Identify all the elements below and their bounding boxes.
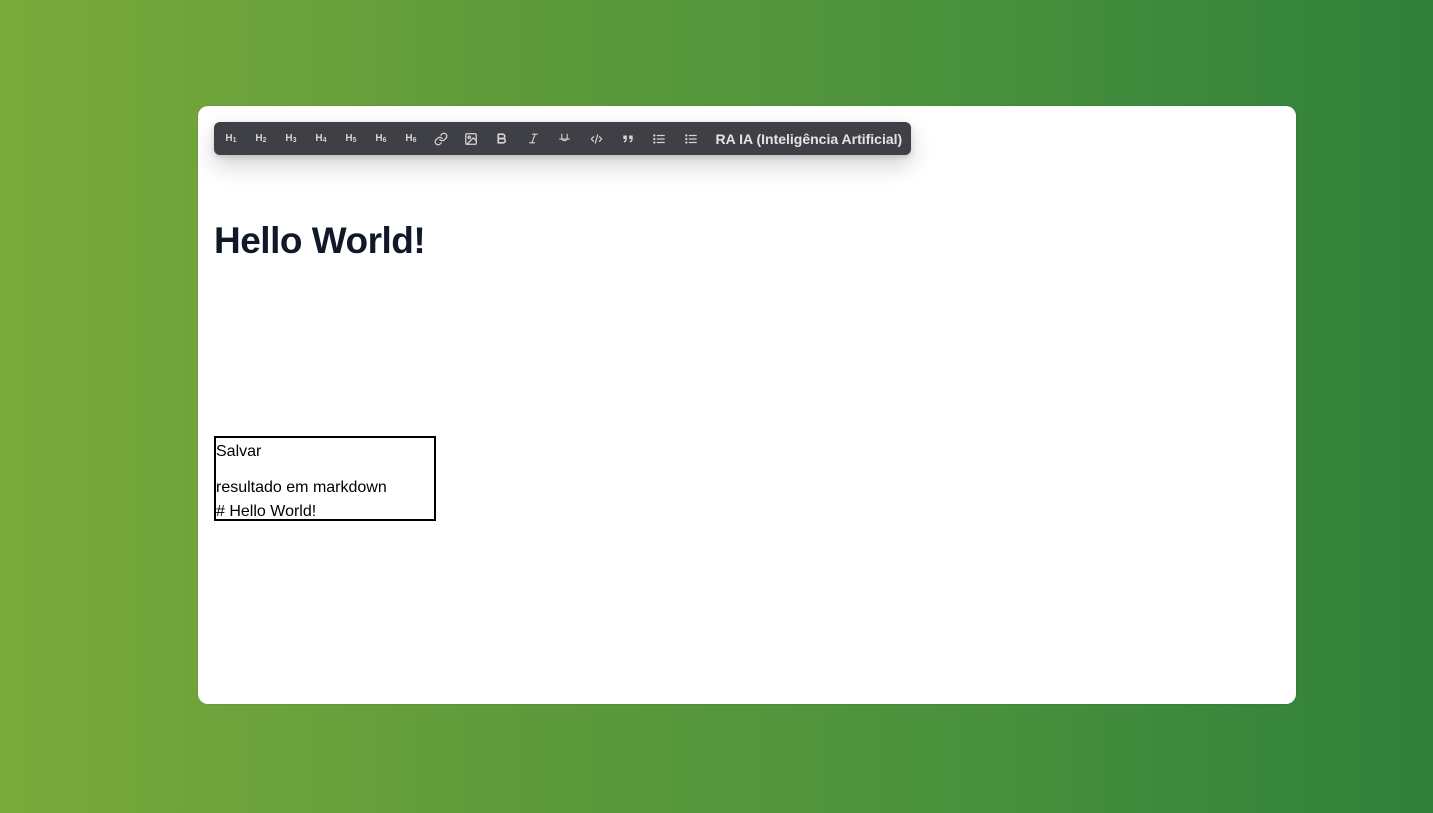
markdown-output-panel: Salvar resultado em markdown # Hello Wor… bbox=[214, 436, 436, 521]
ordered-list-icon bbox=[684, 133, 697, 144]
heading-6-button[interactable]: H6 bbox=[366, 122, 396, 155]
document-heading[interactable]: Hello World! bbox=[214, 218, 426, 264]
markdown-result-content: # Hello World! bbox=[216, 503, 317, 520]
heading-6-alt-button[interactable]: H6 bbox=[396, 122, 426, 155]
formatting-toolbar: H1 H2 H3 H4 H5 H6 H6 RA IA (Inteligência… bbox=[214, 122, 911, 155]
heading-2-button[interactable]: H2 bbox=[246, 122, 276, 155]
heading-3-button[interactable]: H3 bbox=[276, 122, 306, 155]
heading-2-icon: H2 bbox=[255, 133, 267, 144]
heading-4-button[interactable]: H4 bbox=[306, 122, 336, 155]
save-button[interactable]: Salvar bbox=[216, 442, 261, 462]
italic-icon bbox=[528, 133, 538, 144]
quote-icon bbox=[623, 135, 633, 142]
heading-3-icon: H3 bbox=[285, 133, 297, 144]
italic-button[interactable] bbox=[518, 122, 550, 155]
code-icon bbox=[590, 133, 603, 144]
ordered-list-button[interactable] bbox=[675, 122, 707, 155]
image-button[interactable] bbox=[456, 122, 486, 155]
bullet-list-button[interactable] bbox=[644, 122, 676, 155]
bold-icon bbox=[497, 133, 507, 144]
heading-6-icon: H6 bbox=[375, 133, 387, 144]
link-icon bbox=[434, 132, 448, 145]
ai-assistant-button[interactable]: RA IA (Inteligência Artificial) bbox=[716, 131, 903, 147]
markdown-result-label: resultado em markdown bbox=[216, 479, 387, 496]
heading-6-icon: H6 bbox=[405, 133, 417, 144]
link-button[interactable] bbox=[426, 122, 456, 155]
heading-5-icon: H5 bbox=[345, 133, 357, 144]
image-icon bbox=[465, 132, 477, 145]
heading-1-button[interactable]: H1 bbox=[216, 122, 246, 155]
code-button[interactable] bbox=[581, 122, 613, 155]
bullet-list-icon bbox=[653, 133, 666, 144]
heading-5-button[interactable]: H5 bbox=[336, 122, 366, 155]
strikethrough-icon bbox=[559, 133, 571, 142]
blockquote-button[interactable] bbox=[612, 122, 644, 155]
strikethrough-button[interactable] bbox=[549, 122, 581, 155]
heading-4-icon: H4 bbox=[315, 133, 327, 144]
editor-card: H1 H2 H3 H4 H5 H6 H6 RA IA (Inteligência… bbox=[198, 106, 1296, 704]
bold-button[interactable] bbox=[486, 122, 518, 155]
heading-1-icon: H1 bbox=[225, 133, 237, 144]
